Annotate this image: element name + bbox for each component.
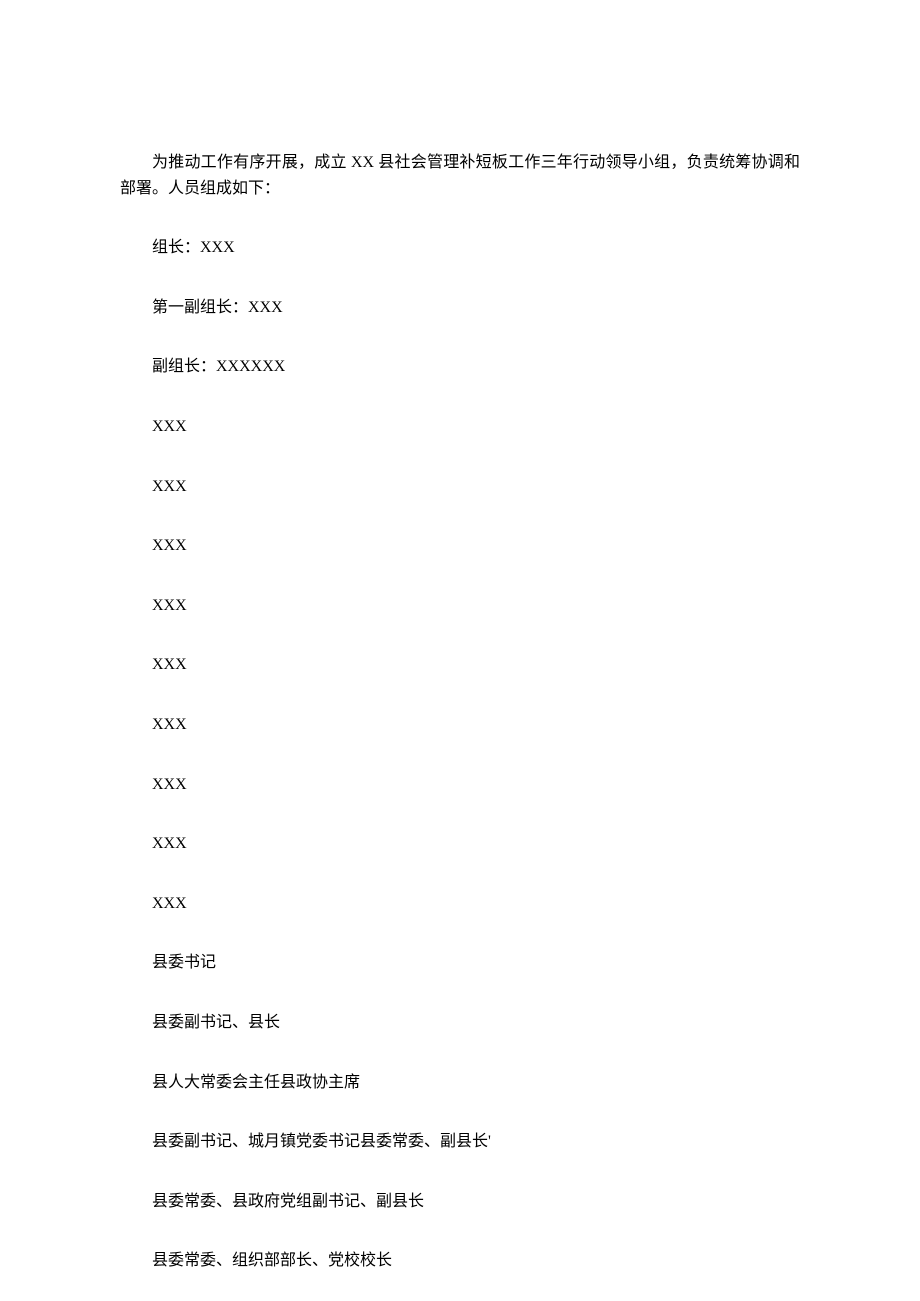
document-page: 为推动工作有序开展，成立 XX 县社会管理补短板工作三年行动领导小组，负责统筹协… xyxy=(0,0,920,1274)
list-item: XXX xyxy=(120,593,800,619)
list-item: 副组长：XXXXXX xyxy=(120,354,800,380)
list-item: 县人大常委会主任县政协主席 xyxy=(120,1070,800,1096)
list-item: 县委副书记、县长 xyxy=(120,1010,800,1036)
list-item: 县委常委、组织部部长、党校校长 xyxy=(120,1248,800,1274)
list-item: 组长：XXX xyxy=(120,235,800,261)
list-item: XXX xyxy=(120,533,800,559)
list-item: 县委常委、县政府党组副书记、副县长 xyxy=(120,1189,800,1215)
list-item: XXX xyxy=(120,831,800,857)
list-item: 县委书记 xyxy=(120,950,800,976)
list-item: XXX xyxy=(120,712,800,738)
intro-paragraph: 为推动工作有序开展，成立 XX 县社会管理补短板工作三年行动领导小组，负责统筹协… xyxy=(120,150,800,201)
list-item: XXX xyxy=(120,414,800,440)
list-item: 第一副组长：XXX xyxy=(120,295,800,321)
list-item: XXX xyxy=(120,772,800,798)
list-item: XXX xyxy=(120,652,800,678)
list-item: XXX xyxy=(120,891,800,917)
list-item: 县委副书记、城月镇党委书记县委常委、副县长' xyxy=(120,1129,800,1155)
list-item: XXX xyxy=(120,474,800,500)
